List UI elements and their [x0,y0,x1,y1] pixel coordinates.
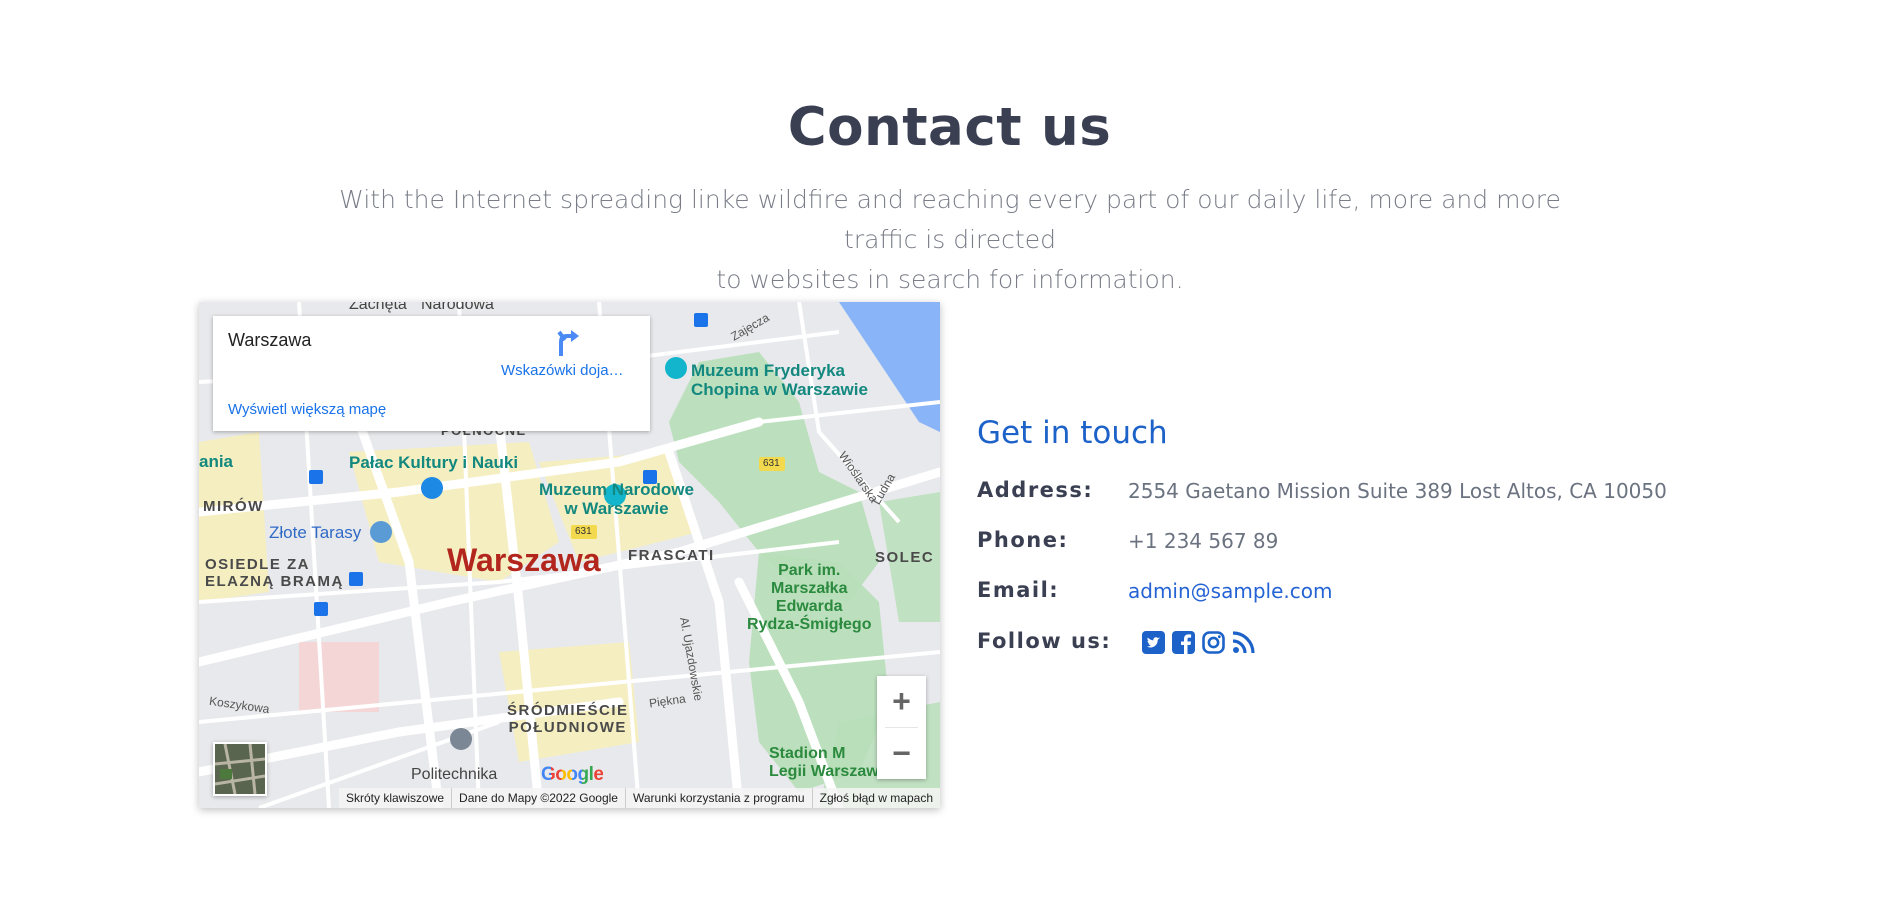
get-in-touch-title: Get in touch [977,415,1168,451]
map-label-frascati: FRASCATI [628,547,715,564]
zoom-in-button[interactable]: + [877,676,926,727]
satellite-thumbnail-icon [215,744,265,794]
zoom-control: + − [877,676,926,779]
map-label-politechnika: Politechnika [411,766,498,783]
plus-icon: + [892,683,911,719]
rss-icon[interactable] [1231,630,1256,655]
map-label-ania: ania [199,452,234,471]
map-label-muzeum-chopina: Muzeum Fryderyka Chopina w Warszawie [691,361,868,399]
google-logo: Google [541,764,604,786]
map-label-city: Warszawa [447,542,601,578]
directions-icon[interactable] [553,328,583,358]
google-logo-text: Google [541,764,604,785]
facebook-icon[interactable] [1171,630,1196,655]
google-map[interactable]: Pałac Kultury i Nauki Muzeum Narodowe w W… [199,302,940,808]
map-label-narodowa: Narodowa [421,302,494,313]
map-label-park: Park im. Marszałka Edwarda Rydza-Śmigłego [747,562,872,633]
section-title: Contact us [787,97,1112,158]
map-label-zacheta: Zachęta [349,302,407,313]
report-error-link[interactable]: Zgłoś błąd w mapach [811,788,940,808]
keyboard-shortcuts-link[interactable]: Skróty klawiszowe [339,788,452,808]
terms-link[interactable]: Warunki korzystania z programu [624,788,812,808]
address-value: 2554 Gaetano Mission Suite 389 Lost Alto… [1128,479,1667,503]
road-number-631-a: 631 [575,526,592,537]
follow-label: Follow us: [977,629,1112,653]
map-label-mirow: MIRÓW [203,498,264,515]
map-info-window: Warszawa Wskazówki doja… Wyświetl większ… [213,316,650,431]
email-link[interactable]: admin@sample.com [1128,579,1332,603]
map-label-palac: Pałac Kultury i Nauki [349,453,519,472]
social-links [1141,630,1256,655]
instagram-icon[interactable] [1201,630,1226,655]
map-label-osiedle: OSIEDLE ZA ELAZNĄ BRAMĄ [205,556,344,590]
minus-icon: − [892,735,911,771]
directions-link[interactable]: Wskazówki doja… [501,362,624,379]
map-attribution-bar: Skróty klawiszowe Dane do Mapy ©2022 Goo… [199,788,940,808]
map-data-credit: Dane do Mapy ©2022 Google [451,788,625,808]
twitter-icon[interactable] [1141,630,1166,655]
phone-label: Phone: [977,528,1069,552]
section-subtitle: With the Internet spreading linke wildfi… [330,180,1570,300]
map-label-solec: SOLEC [875,549,935,566]
map-label-srodmiescie: ŚRÓDMIEŚCIE POŁUDNIOWE [507,702,629,736]
view-larger-map-link[interactable]: Wyświetl większą mapę [228,401,386,418]
email-label: Email: [977,578,1060,602]
subtitle-line-2: to websites in search for information. [716,265,1184,294]
map-label-zlote-tarasy: Złote Tarasy [269,523,362,542]
map-label-muzeum-narodowe: Muzeum Narodowe w Warszawie [539,480,694,518]
subtitle-line-1: With the Internet spreading linke wildfi… [339,185,1561,254]
phone-value: +1 234 567 89 [1128,529,1279,553]
address-label: Address: [977,478,1094,502]
info-place-name: Warszawa [228,330,312,350]
zoom-out-button[interactable]: − [877,728,926,779]
road-number-631-b: 631 [763,458,780,469]
